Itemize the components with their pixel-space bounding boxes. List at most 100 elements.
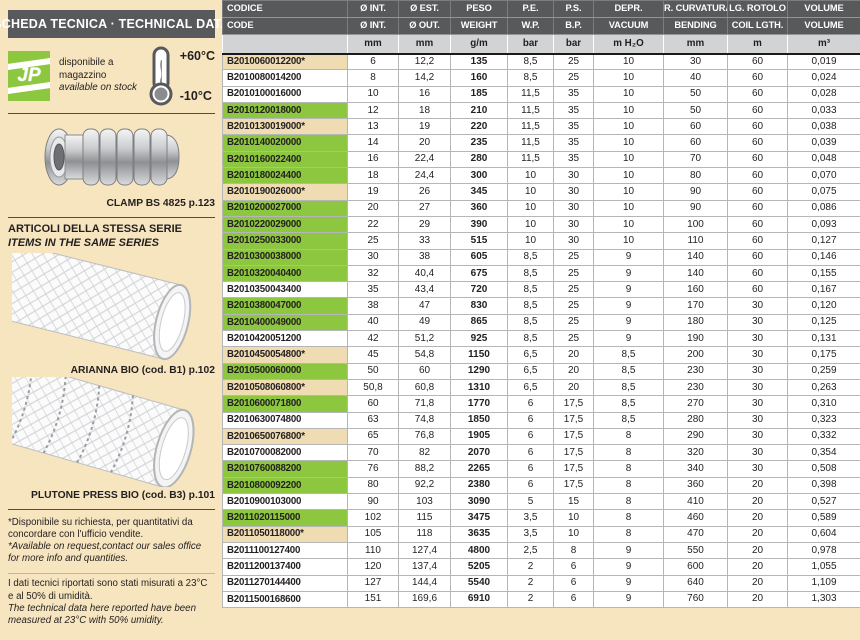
value-cell: 20: [554, 379, 594, 395]
value-cell: 2070: [451, 445, 508, 461]
value-cell: 8,5: [594, 363, 664, 379]
value-cell: 14,2: [399, 70, 451, 86]
value-cell: 340: [664, 461, 728, 477]
product-code-cell: B2010508060800*: [223, 379, 348, 395]
value-cell: 1770: [451, 396, 508, 412]
product-code-cell: B2010140020000: [223, 135, 348, 151]
value-cell: 550: [664, 542, 728, 558]
spec-table-container: CODICEØ INT.Ø EST.PESOP.E.P.S.DEPR.R. CU…: [222, 0, 860, 608]
product-code-cell: B2010420051200: [223, 331, 348, 347]
value-cell: 8,5: [508, 298, 554, 314]
value-cell: 110: [348, 542, 399, 558]
value-cell: 9: [594, 298, 664, 314]
value-cell: 60: [728, 151, 788, 167]
product-code-cell: B2010450054800*: [223, 347, 348, 363]
table-row: B2010060012200*612,21358,5251030600,019: [223, 54, 860, 70]
table-row: B20109001030009010330905158410200,527: [223, 494, 860, 510]
units-row-cell: bar: [554, 35, 594, 54]
product-code-cell: B2010080014200: [223, 70, 348, 86]
value-cell: 0,033: [788, 102, 860, 118]
value-cell: 19: [399, 119, 451, 135]
value-cell: 0,978: [788, 542, 860, 558]
table-row: B2010080014200814,21608,5251040600,024: [223, 70, 860, 86]
value-cell: 60: [728, 135, 788, 151]
product-code-cell: B2010650076800*: [223, 428, 348, 444]
value-cell: 0,028: [788, 86, 860, 102]
product-code-cell: B2010900103000: [223, 494, 348, 510]
header-row-1-cell: VOLUME: [788, 1, 860, 18]
temperature-range: +60°C -10°C: [146, 46, 215, 106]
value-cell: 115: [399, 510, 451, 526]
value-cell: 0,604: [788, 526, 860, 542]
table-row: B20108000922008092,22380617,58360200,398: [223, 477, 860, 493]
value-cell: 20: [728, 477, 788, 493]
value-cell: 3,5: [508, 526, 554, 542]
value-cell: 2: [508, 575, 554, 591]
value-cell: 5205: [451, 559, 508, 575]
value-cell: 14: [348, 135, 399, 151]
value-cell: 11,5: [508, 119, 554, 135]
value-cell: 6: [508, 461, 554, 477]
value-cell: 60: [728, 233, 788, 249]
footnotes: *Disponibile su richiesta, per quantitat…: [8, 517, 215, 628]
value-cell: 60: [728, 102, 788, 118]
value-cell: 8,5: [594, 379, 664, 395]
value-cell: 0,120: [788, 298, 860, 314]
value-cell: 17,5: [554, 477, 594, 493]
value-cell: 170: [664, 298, 728, 314]
value-cell: 30: [728, 428, 788, 444]
value-cell: 230: [664, 379, 728, 395]
header-row-1-cell: DEPR.: [594, 1, 664, 18]
units-row-cell: m³: [788, 35, 860, 54]
value-cell: 6: [554, 575, 594, 591]
value-cell: 220: [451, 119, 508, 135]
value-cell: 3090: [451, 494, 508, 510]
value-cell: 120: [348, 559, 399, 575]
value-cell: 30: [728, 461, 788, 477]
value-cell: 9: [594, 265, 664, 281]
thermometer-icon: [146, 46, 176, 106]
header-row-2-cell: VOLUME: [788, 18, 860, 35]
value-cell: 60: [728, 265, 788, 281]
header-row-2-cell: Ø INT.: [348, 18, 399, 35]
clamp-product-image: [8, 118, 215, 196]
value-cell: 0,354: [788, 445, 860, 461]
value-cell: 16: [348, 151, 399, 167]
value-cell: 30: [728, 396, 788, 412]
footnote2-en: The technical data here reported have be…: [8, 603, 215, 627]
value-cell: 2380: [451, 477, 508, 493]
clamp-fitting-illustration: [37, 121, 187, 193]
footnote1-it: *Disponibile su richiesta, per quantitat…: [8, 517, 215, 541]
table-row: B201040004900040498658,5259180300,125: [223, 314, 860, 330]
divider: [8, 573, 215, 574]
value-cell: 50,8: [348, 379, 399, 395]
availability-footnote: *Disponibile su richiesta, per quantitat…: [8, 517, 215, 566]
value-cell: 5540: [451, 575, 508, 591]
table-row: B2011500168600151169,66910269760201,303: [223, 591, 860, 607]
value-cell: 60: [728, 184, 788, 200]
value-cell: 9: [594, 282, 664, 298]
value-cell: 88,2: [399, 461, 451, 477]
value-cell: 10: [594, 184, 664, 200]
value-cell: 12,2: [399, 54, 451, 70]
value-cell: 10: [594, 216, 664, 232]
product-code-cell: B2011050118000*: [223, 526, 348, 542]
value-cell: 27: [399, 200, 451, 216]
value-cell: 105: [348, 526, 399, 542]
value-cell: 2,5: [508, 542, 554, 558]
value-cell: 410: [664, 494, 728, 510]
value-cell: 60: [728, 282, 788, 298]
value-cell: 25: [554, 298, 594, 314]
value-cell: 20: [554, 347, 594, 363]
value-cell: 30: [728, 412, 788, 428]
value-cell: 51,2: [399, 331, 451, 347]
value-cell: 0,070: [788, 168, 860, 184]
table-row: B2010100016000101618511,5351050600,028: [223, 86, 860, 102]
table-row: B2011270144400127144,45540269640201,109: [223, 575, 860, 591]
header-row-2-cell: Ø OUT.: [399, 18, 451, 35]
value-cell: 0,332: [788, 428, 860, 444]
table-row: B2010508060800*50,860,813106,5208,523030…: [223, 379, 860, 395]
value-cell: 20: [728, 510, 788, 526]
value-cell: 40: [348, 314, 399, 330]
value-cell: 1850: [451, 412, 508, 428]
